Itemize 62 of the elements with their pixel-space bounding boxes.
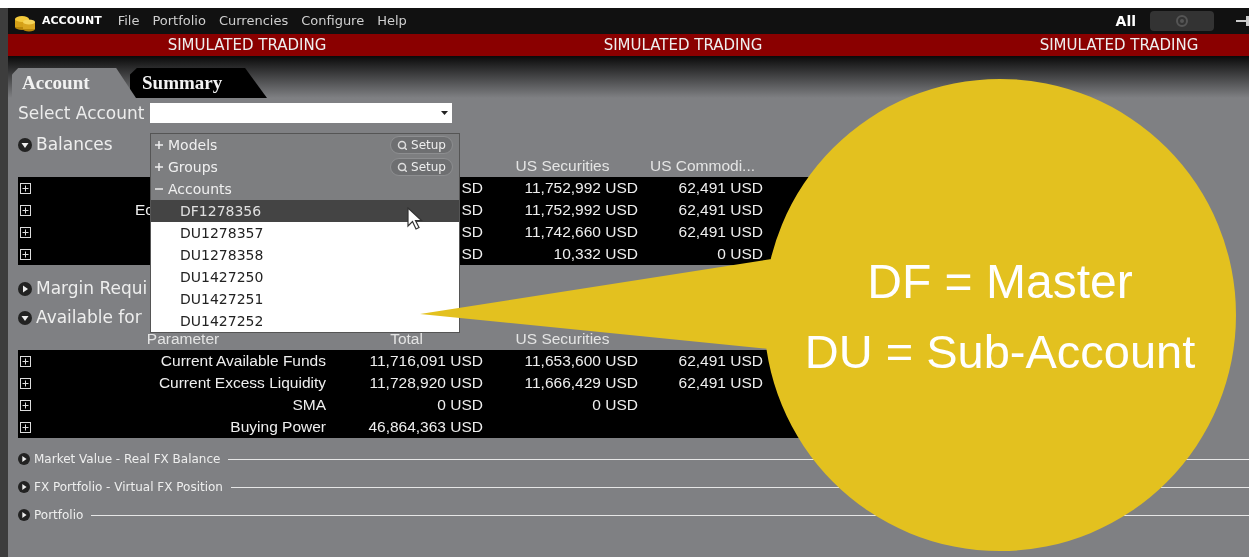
tab[interactable]: Summary xyxy=(130,68,267,98)
securities-cell: 11,742,660 USD xyxy=(524,223,638,240)
table-cell: 62,491 USD xyxy=(678,352,763,369)
total-cell: 0 USD xyxy=(437,396,483,413)
parameter-cell: Current Available Funds xyxy=(160,352,326,369)
total-cell: 11,728,920 USD xyxy=(369,374,483,391)
table-cell: 62,491 USD xyxy=(678,374,763,391)
setup-button[interactable]: Setup xyxy=(390,136,453,154)
securities-cell: 0 USD xyxy=(592,396,638,413)
column-header[interactable]: US Securities xyxy=(515,157,610,174)
parameter-cell: Current Excess Liquidity xyxy=(158,374,326,391)
total-cell: SD xyxy=(461,179,483,196)
callout-text: DF = Master xyxy=(866,254,1134,310)
column-header[interactable]: US Securities xyxy=(515,330,610,347)
field-label: Select Account xyxy=(18,103,146,123)
group-label[interactable]: Groups xyxy=(168,156,218,178)
table-cell: 62,491 USD xyxy=(678,223,763,240)
account-item[interactable]: DU1278358 xyxy=(151,244,459,266)
setup-button[interactable]: Setup xyxy=(390,158,453,176)
total-cell: SD xyxy=(461,223,483,240)
table-cell: 62,491 USD xyxy=(678,201,763,218)
securities-cell: 10,332 USD xyxy=(553,245,638,262)
account-item[interactable]: DU1278357 xyxy=(151,222,459,244)
menu-item[interactable]: Help xyxy=(377,11,407,31)
group-label[interactable]: Models xyxy=(168,134,218,156)
menu-item[interactable]: Configure xyxy=(301,11,365,31)
parameter-cell: SMA xyxy=(292,396,326,413)
section-title[interactable]: Market Value - Real FX Balance xyxy=(34,450,221,468)
account-item[interactable]: DU1427250 xyxy=(151,266,459,288)
banner-text: SIMULATED TRADING xyxy=(602,35,764,56)
column-header[interactable]: Parameter xyxy=(146,330,220,347)
total-cell: SD xyxy=(461,245,483,262)
account-item[interactable]: DU1427251 xyxy=(151,288,459,310)
group-label[interactable]: Accounts xyxy=(168,178,232,200)
parameter-cell: Buying Power xyxy=(230,418,326,435)
securities-cell: 11,752,992 USD xyxy=(524,179,638,196)
tab[interactable]: Account xyxy=(12,68,136,98)
callout-text: DU = Sub-Account xyxy=(803,324,1197,380)
account-item[interactable]: DU1427252 xyxy=(151,310,459,332)
table-cell: 62,491 USD xyxy=(678,179,763,196)
total-cell: 46,864,363 USD xyxy=(368,418,483,435)
account-item[interactable]: DF1278356 xyxy=(151,200,459,222)
app-title: ACCOUNT xyxy=(42,12,102,29)
section-title[interactable]: Margin Requi xyxy=(36,276,148,302)
column-header[interactable]: Total xyxy=(390,330,423,347)
menu-item[interactable]: Currencies xyxy=(218,11,289,31)
banner-text: SIMULATED TRADING xyxy=(1038,35,1200,56)
table-cell: 0 USD xyxy=(717,245,763,262)
securities-cell: 11,666,429 USD xyxy=(524,374,638,391)
securities-cell: 11,752,992 USD xyxy=(524,201,638,218)
section-title[interactable]: Available for xyxy=(36,305,142,331)
total-cell: 11,716,091 USD xyxy=(369,352,483,369)
section-title[interactable]: FX Portfolio - Virtual FX Position xyxy=(34,478,223,496)
menu-item[interactable]: File xyxy=(117,11,140,31)
section-title[interactable]: Portfolio xyxy=(34,506,84,524)
filter-label[interactable]: All xyxy=(1115,10,1136,32)
section-title[interactable]: Balances xyxy=(36,132,113,158)
column-header[interactable]: US Commodi... xyxy=(649,157,756,174)
menu-item[interactable]: Portfolio xyxy=(152,11,206,31)
securities-cell: 11,653,600 USD xyxy=(524,352,638,369)
total-cell: SD xyxy=(461,201,483,218)
banner-text: SIMULATED TRADING xyxy=(166,35,328,56)
